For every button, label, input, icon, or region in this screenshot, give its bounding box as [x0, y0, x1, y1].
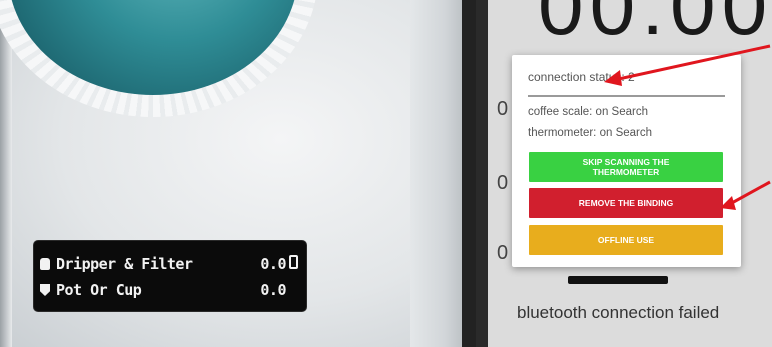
background-value: 0 — [497, 242, 509, 264]
skip-button-label: SKIP SCANNING THE THERMOMETER — [582, 157, 670, 177]
skip-thermometer-button[interactable]: SKIP SCANNING THE THERMOMETER — [529, 152, 723, 182]
scale-edge-shadow — [0, 0, 12, 347]
oled-value-cup: 0.0 — [260, 281, 286, 299]
oled-row-dripper: Dripper & Filter 0.0 — [40, 253, 298, 275]
annotation-arrow-icon — [604, 44, 771, 86]
offline-use-button[interactable]: OFFLINE USE — [529, 225, 723, 255]
scale-oled-display: Dripper & Filter 0.0 Pot Or Cup 0.0 — [34, 241, 306, 311]
coffee-scale-status: coffee scale: on Search — [528, 106, 648, 118]
oled-row-cup: Pot Or Cup 0.0 — [40, 279, 298, 301]
cup-icon — [40, 284, 50, 296]
remove-binding-button[interactable]: REMOVE THE BINDING — [529, 188, 723, 218]
dialog-divider — [528, 95, 725, 97]
bluetooth-status-message: bluetooth connection failed — [517, 303, 720, 322]
oled-value-dripper: 0.0 — [260, 255, 286, 273]
device-gap — [462, 0, 476, 347]
battery-icon — [289, 255, 298, 269]
background-value: 0 — [497, 172, 509, 194]
background-value: 0 — [497, 98, 509, 120]
thermometer-status: thermometer: on Search — [528, 127, 653, 139]
bottle-icon — [40, 258, 50, 270]
oled-label-dripper: Dripper & Filter — [56, 255, 193, 273]
scale-plate-edge — [410, 0, 468, 347]
annotation-arrow-icon — [720, 180, 771, 210]
progress-bar — [568, 276, 668, 284]
oled-label-cup: Pot Or Cup — [56, 281, 142, 299]
photo-scene: Dripper & Filter 0.0 Pot Or Cup 0.0 00:0… — [0, 0, 772, 347]
